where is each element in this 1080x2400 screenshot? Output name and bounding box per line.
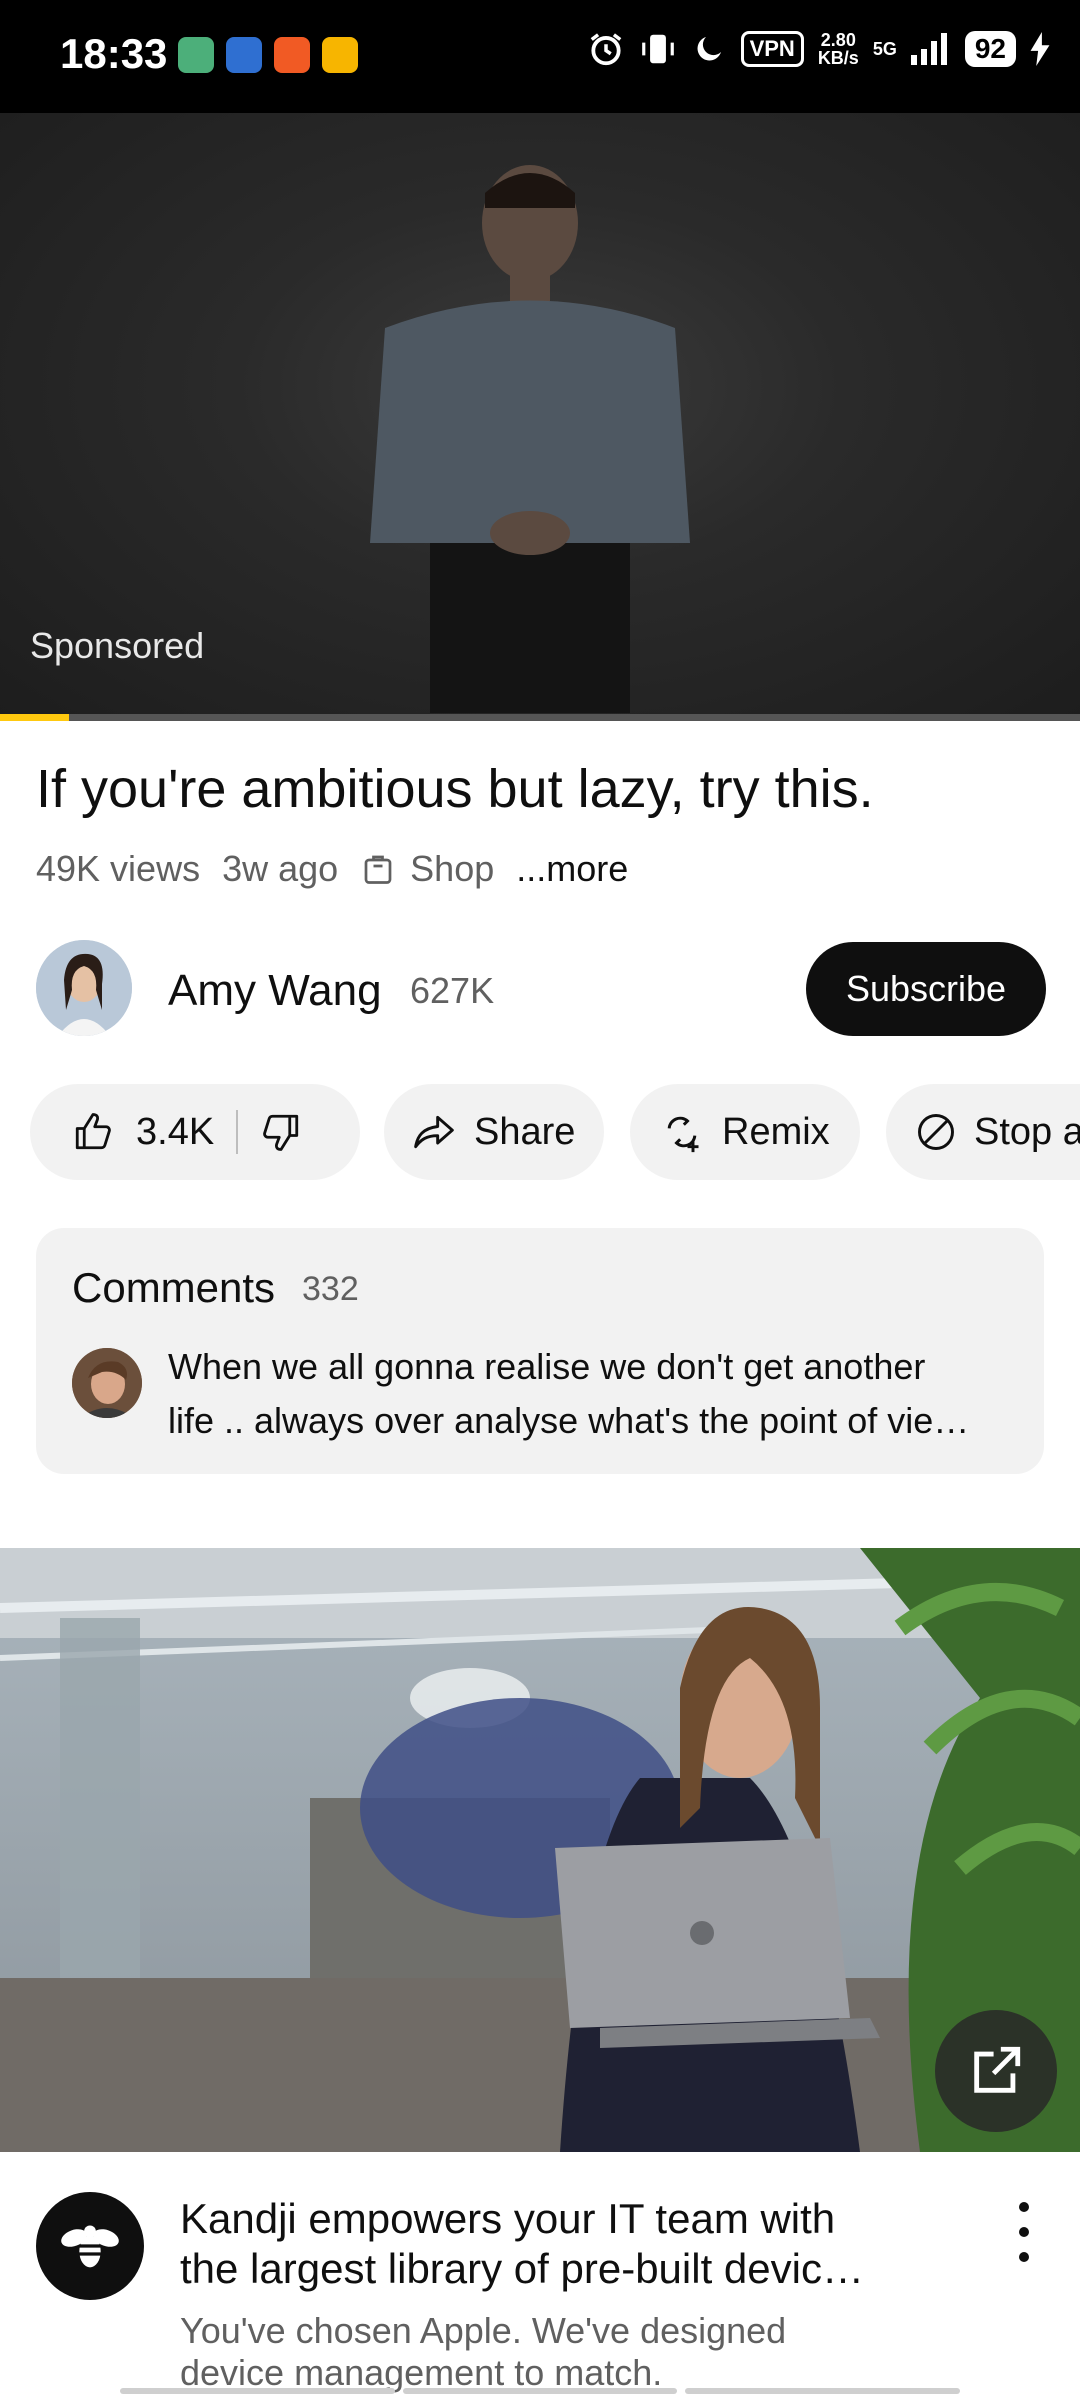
remix-button[interactable]: Remix	[630, 1084, 860, 1180]
like-count[interactable]: 3.4K	[136, 1111, 214, 1154]
ad-photo-office	[0, 1548, 1080, 2152]
block-icon	[918, 1114, 954, 1150]
app-icon-yellow	[322, 37, 358, 73]
channel-row: Amy Wang 627K Subscribe	[36, 940, 1046, 1036]
speed-value: 2.80	[820, 30, 856, 50]
carousel-segment	[402, 2388, 678, 2394]
comment-line: life .. always over analyse what's the p…	[168, 1400, 970, 1441]
video-frame-presenter	[370, 165, 690, 713]
signal-icon	[910, 33, 947, 65]
subscribe-button[interactable]: Subscribe	[806, 942, 1046, 1036]
commenter-avatar	[72, 1348, 142, 1418]
ad-headline-line: the largest library of pre-built devic…	[180, 2245, 864, 2292]
app-icon-green	[178, 37, 214, 73]
bee-icon	[61, 2225, 119, 2268]
advertiser-logo[interactable]	[36, 2192, 144, 2300]
status-bar: 18:33 VPN 2.80 KB/s 5G 92	[0, 0, 1080, 113]
status-indicators: VPN 2.80 KB/s 5G 92	[587, 30, 1050, 68]
share-arrow-icon	[414, 1115, 454, 1149]
video-title[interactable]: If you're ambitious but lazy, try this.	[36, 758, 874, 820]
stop-ads-label: Stop a	[974, 1110, 1080, 1153]
ad-description: You've chosen Apple. We've designed devi…	[180, 2310, 940, 2394]
status-time: 18:33	[60, 30, 168, 77]
ad-headline[interactable]: Kandji empowers your IT team with the la…	[180, 2194, 940, 2294]
carousel-indicator	[120, 2388, 961, 2394]
carousel-segment	[120, 2388, 395, 2394]
remix-label: Remix	[722, 1110, 830, 1153]
share-label: Share	[474, 1110, 576, 1153]
app-icon-orange	[274, 37, 310, 73]
remix-icon	[667, 1116, 699, 1153]
stop-ads-button[interactable]: Stop a	[886, 1084, 1080, 1180]
video-player[interactable]: Sponsored	[0, 113, 1080, 719]
vpn-badge: VPN	[740, 31, 804, 67]
battery-level: 92	[964, 31, 1016, 67]
subscriber-count: 627K	[410, 970, 495, 1011]
menu-dot	[1019, 2252, 1029, 2262]
channel-avatar[interactable]	[36, 940, 132, 1036]
like-divider	[236, 1110, 239, 1154]
video-meta-row[interactable]: 49K views 3w ago Shop ...more	[36, 848, 628, 890]
thumbs-up-icon[interactable]	[72, 1111, 114, 1153]
open-external-icon	[974, 2046, 1021, 2093]
app-icon-blue	[226, 37, 262, 73]
alarm-icon	[590, 33, 621, 66]
view-count: 49K views	[36, 848, 201, 889]
channel-name[interactable]: Amy Wang	[168, 966, 382, 1016]
video-progress-bar[interactable]	[0, 714, 1080, 721]
notification-icons	[178, 37, 358, 73]
shop-link[interactable]: Shop	[410, 848, 494, 890]
comments-title: Comments	[72, 1264, 276, 1311]
more-options-button[interactable]	[1004, 2202, 1044, 2262]
moon-icon	[697, 37, 721, 61]
sponsored-label: Sponsored	[30, 625, 205, 666]
comments-card[interactable]: Comments 332 When we all gonna realise w…	[36, 1228, 1044, 1474]
vibrate-icon	[641, 34, 674, 64]
ad-info[interactable]: Kandji empowers your IT team with the la…	[0, 2152, 1080, 2400]
more-link[interactable]: ...more	[516, 848, 628, 890]
comments-count: 332	[302, 1270, 359, 1308]
charging-icon	[1030, 32, 1050, 66]
top-comment-text: When we all gonna realise we don't get a…	[168, 1340, 998, 1448]
network-speed: 2.80 KB/s	[818, 31, 859, 67]
ad-image[interactable]	[0, 1548, 1080, 2152]
network-type: 5G	[872, 38, 897, 59]
menu-dot	[1019, 2202, 1029, 2212]
menu-dot	[1019, 2227, 1029, 2237]
speed-unit: KB/s	[817, 48, 859, 68]
carousel-segment	[685, 2388, 961, 2394]
ad-headline-line: Kandji empowers your IT team with	[180, 2195, 836, 2242]
action-buttons-row: 3.4K Share Remix Stop a	[30, 1084, 1080, 1180]
ad-description-line: You've chosen Apple. We've designed	[180, 2310, 787, 2351]
like-dislike-pill: 3.4K	[30, 1084, 360, 1180]
share-button[interactable]: Share	[384, 1084, 604, 1180]
upload-age: 3w ago	[222, 848, 339, 889]
thumbs-down-icon[interactable]	[260, 1111, 302, 1153]
video-progress-fill	[0, 714, 70, 721]
open-external-button[interactable]	[935, 2010, 1057, 2132]
shopping-bag-icon	[364, 855, 392, 884]
comment-line: When we all gonna realise we don't get a…	[168, 1346, 926, 1387]
